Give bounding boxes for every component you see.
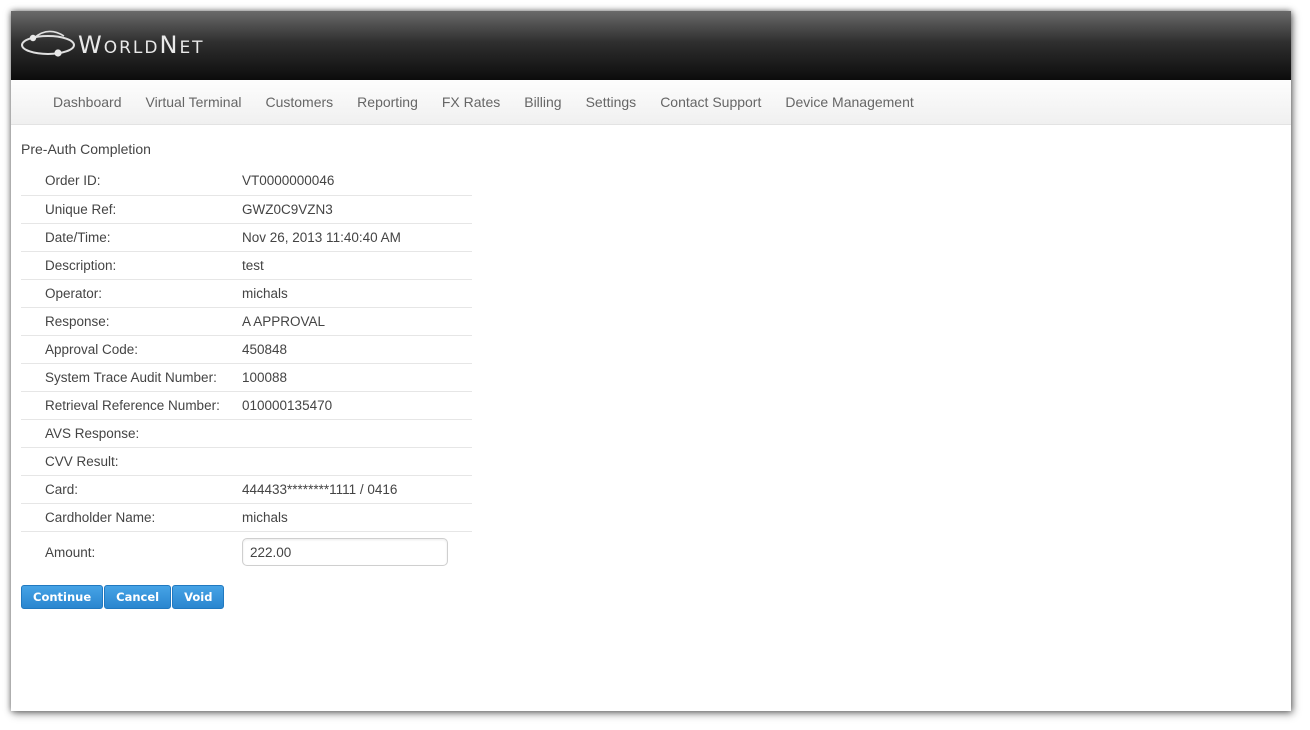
response-value: A APPROVAL: [242, 307, 472, 336]
nav-virtual-terminal[interactable]: Virtual Terminal: [134, 94, 254, 110]
cardholder-name-label: Cardholder Name:: [21, 503, 242, 532]
nav-fx-rates[interactable]: FX Rates: [430, 94, 512, 110]
main-content: Pre-Auth Completion Order ID: VT00000000…: [11, 125, 1291, 609]
nav-dashboard[interactable]: Dashboard: [41, 94, 134, 110]
card-value: 444433********1111 / 0416: [242, 475, 472, 504]
nav-billing[interactable]: Billing: [512, 94, 573, 110]
worldnet-logo[interactable]: WorldNet: [20, 28, 205, 62]
app-window: WorldNet Dashboard Virtual Terminal Cust…: [11, 11, 1291, 711]
table-row: Card: 444433********1111 / 0416: [21, 475, 472, 504]
nav-settings[interactable]: Settings: [574, 94, 649, 110]
description-value: test: [242, 251, 472, 280]
table-row: Unique Ref: GWZ0C9VZN3: [21, 195, 472, 224]
stan-value: 100088: [242, 363, 472, 392]
table-row: System Trace Audit Number: 100088: [21, 363, 472, 392]
main-nav: Dashboard Virtual Terminal Customers Rep…: [11, 80, 1291, 125]
header-bar: WorldNet: [11, 11, 1291, 80]
table-row: Cardholder Name: michals: [21, 503, 472, 532]
action-buttons: Continue Cancel Void: [21, 585, 1281, 609]
cardholder-name-value: michals: [242, 503, 472, 532]
cvv-result-label: CVV Result:: [21, 447, 242, 476]
continue-button[interactable]: Continue: [21, 585, 104, 609]
approval-code-label: Approval Code:: [21, 335, 242, 364]
order-id-label: Order ID:: [21, 167, 242, 196]
nav-device-management[interactable]: Device Management: [773, 94, 925, 110]
table-row: Order ID: VT0000000046: [21, 167, 472, 196]
cancel-button[interactable]: Cancel: [104, 585, 172, 609]
table-row: AVS Response:: [21, 419, 472, 448]
unique-ref-value: GWZ0C9VZN3: [242, 195, 472, 224]
amount-input[interactable]: [242, 538, 448, 567]
table-row: Operator: michals: [21, 279, 472, 308]
order-id-value: VT0000000046: [242, 167, 472, 196]
table-row: CVV Result:: [21, 447, 472, 476]
rrn-label: Retrieval Reference Number:: [21, 391, 242, 420]
avs-response-label: AVS Response:: [21, 419, 242, 448]
table-row: Response: A APPROVAL: [21, 307, 472, 336]
unique-ref-label: Unique Ref:: [21, 195, 242, 224]
date-time-label: Date/Time:: [21, 223, 242, 252]
logo-text: WorldNet: [78, 31, 205, 59]
date-time-value: Nov 26, 2013 11:40:40 AM: [242, 223, 472, 252]
operator-label: Operator:: [21, 279, 242, 308]
cvv-result-value: [242, 447, 472, 476]
description-label: Description:: [21, 251, 242, 280]
rrn-value: 010000135470: [242, 391, 472, 420]
operator-value: michals: [242, 279, 472, 308]
amount-row: Amount:: [21, 531, 472, 573]
card-label: Card:: [21, 475, 242, 504]
nav-reporting[interactable]: Reporting: [345, 94, 430, 110]
amount-cell: [242, 531, 472, 573]
nav-customers[interactable]: Customers: [253, 94, 345, 110]
void-button[interactable]: Void: [172, 585, 225, 609]
avs-response-value: [242, 419, 472, 448]
table-row: Description: test: [21, 251, 472, 280]
table-row: Approval Code: 450848: [21, 335, 472, 364]
table-row: Retrieval Reference Number: 010000135470: [21, 391, 472, 420]
table-row: Date/Time: Nov 26, 2013 11:40:40 AM: [21, 223, 472, 252]
stan-label: System Trace Audit Number:: [21, 363, 242, 392]
response-label: Response:: [21, 307, 242, 336]
transaction-details-table: Order ID: VT0000000046 Unique Ref: GWZ0C…: [21, 167, 472, 573]
approval-code-value: 450848: [242, 335, 472, 364]
orbit-logo-icon: [21, 30, 75, 57]
page-title: Pre-Auth Completion: [21, 141, 151, 157]
amount-label: Amount:: [45, 544, 96, 560]
nav-contact-support[interactable]: Contact Support: [648, 94, 773, 110]
